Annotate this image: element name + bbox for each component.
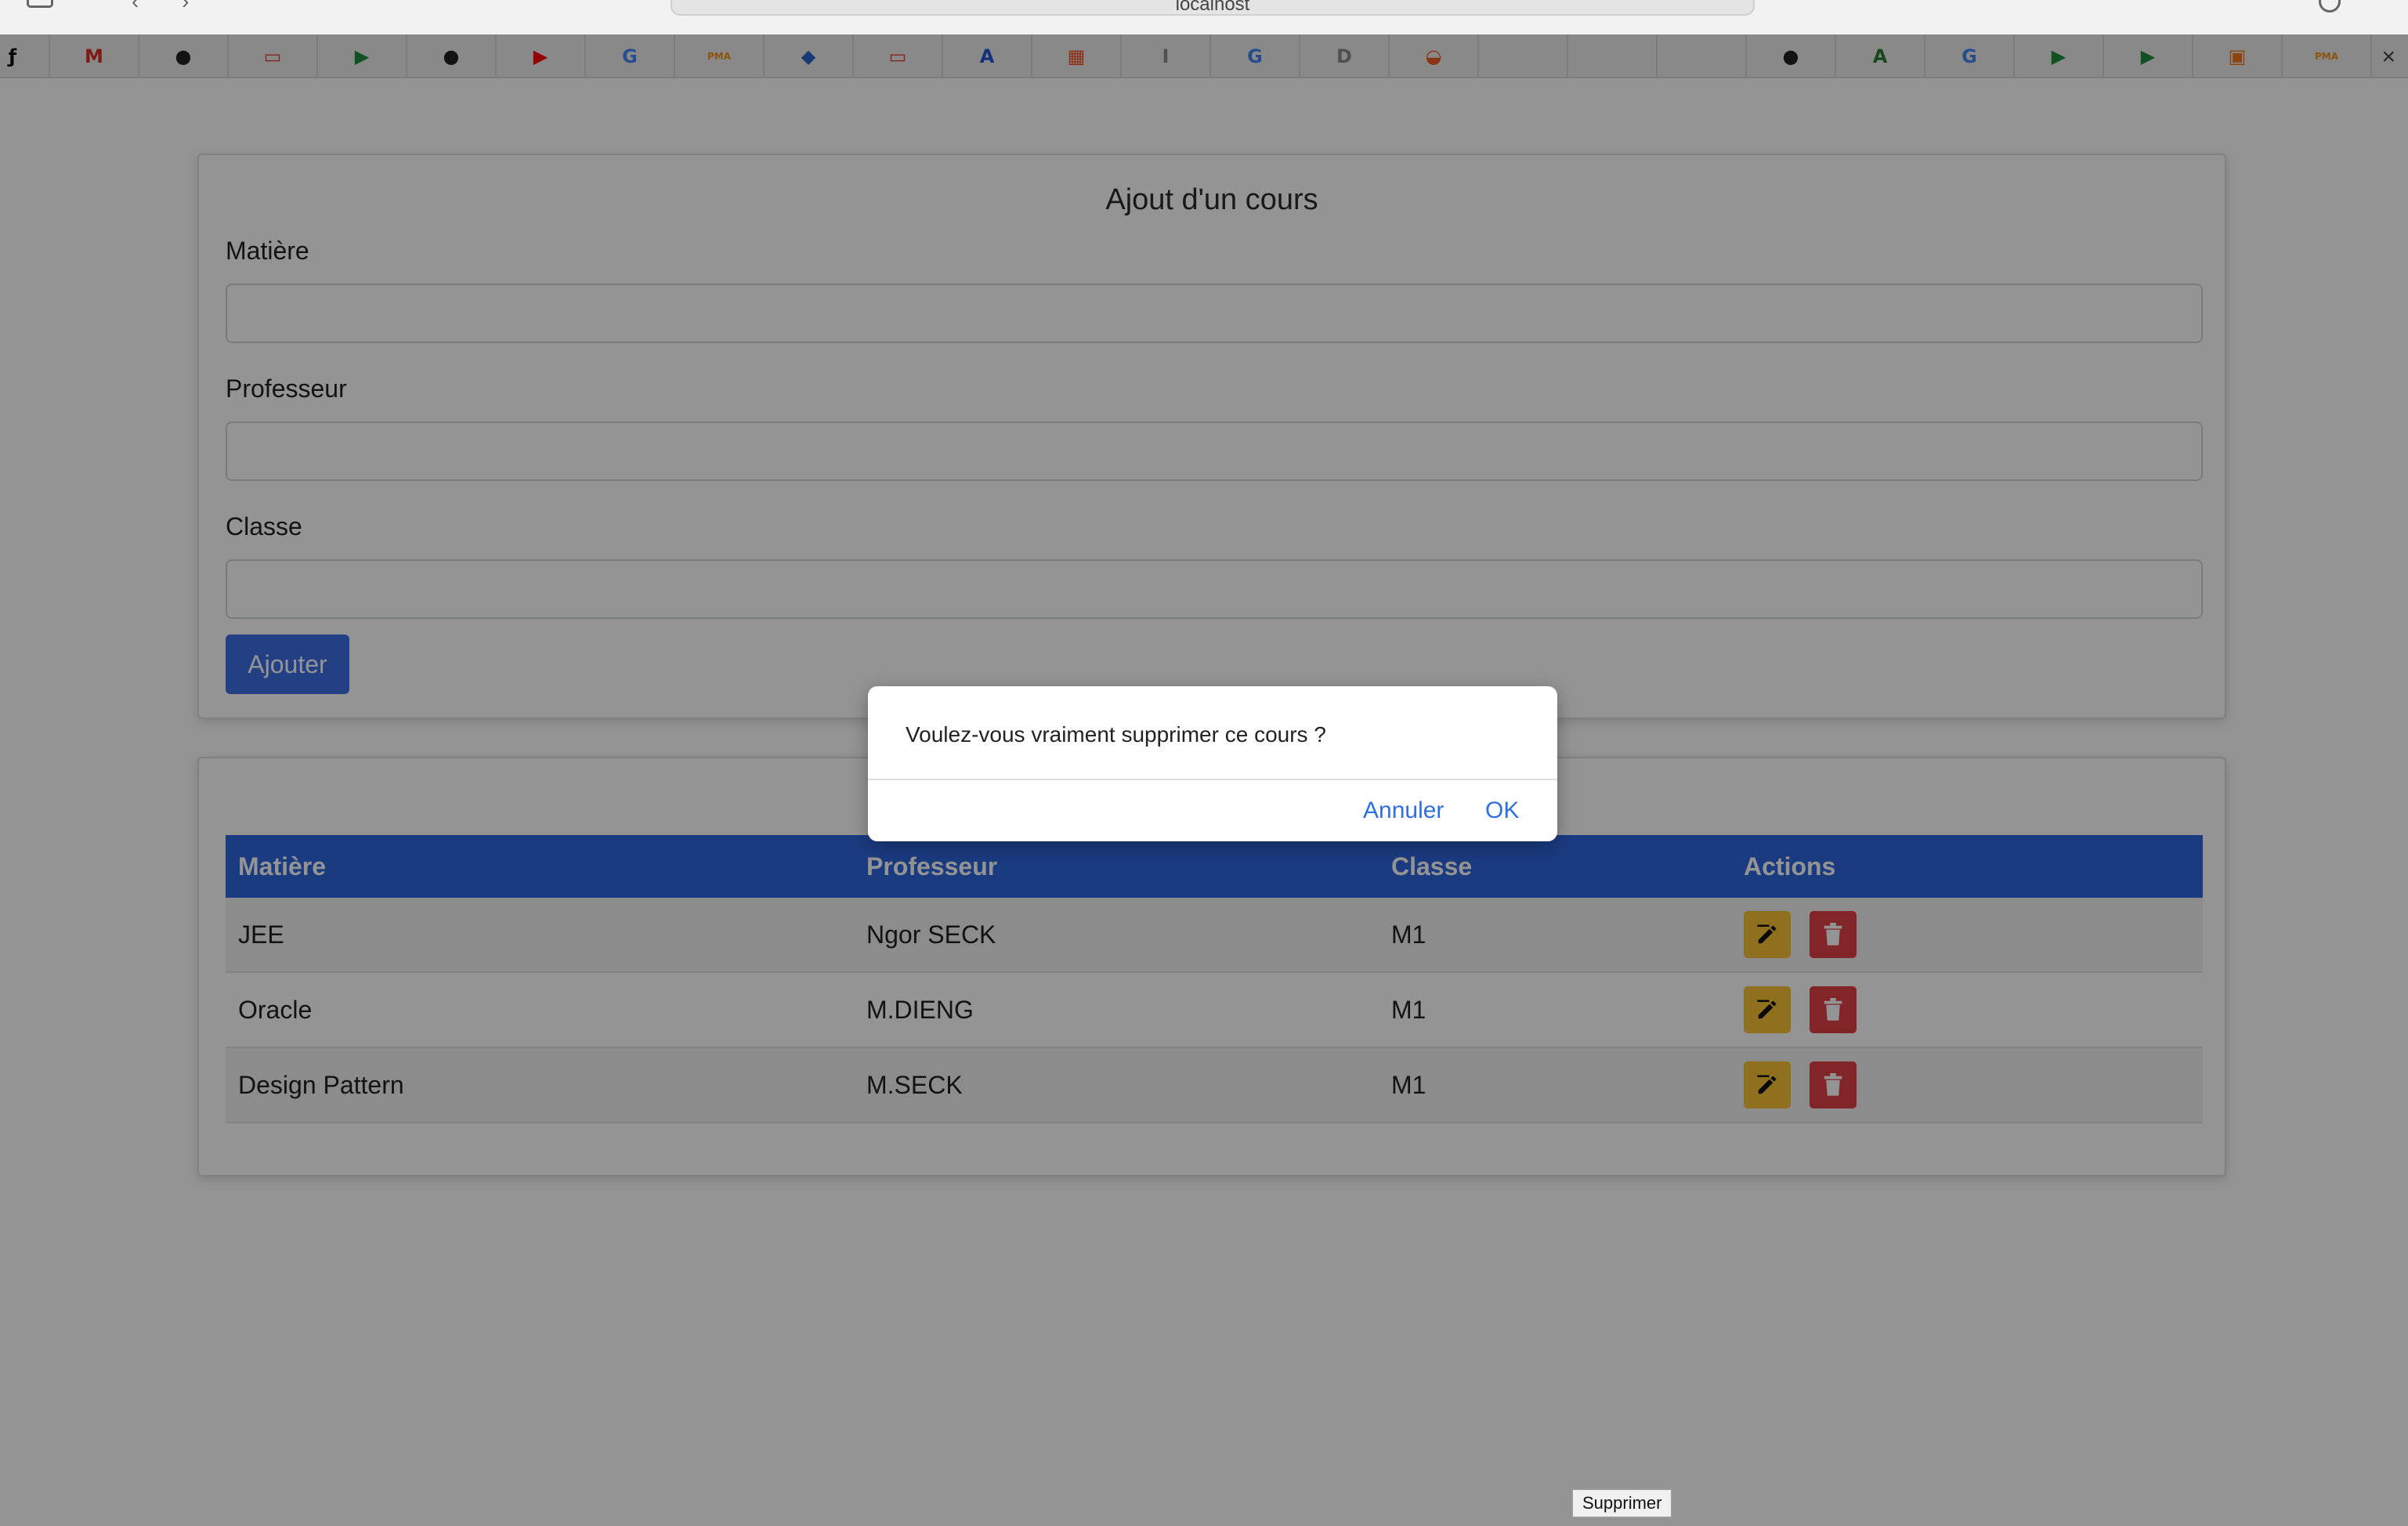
address-bar[interactable]: localhost <box>671 0 1755 16</box>
confirm-dialog: Voulez-vous vraiment supprimer ce cours … <box>868 686 1557 841</box>
forward-icon[interactable]: › <box>182 0 189 14</box>
cancel-button[interactable]: Annuler <box>1363 797 1444 824</box>
dialog-divider <box>868 779 1557 780</box>
browser-toolbar: ‹ › localhost <box>0 0 2408 34</box>
address-text: localhost <box>1175 0 1250 15</box>
back-icon[interactable]: ‹ <box>132 0 139 14</box>
confirm-message: Voulez-vous vraiment supprimer ce cours … <box>906 722 1326 747</box>
sidebar-toggle-icon[interactable] <box>27 0 53 8</box>
ok-button[interactable]: OK <box>1485 797 1519 824</box>
tooltip: Supprimer <box>1571 1488 1673 1518</box>
downloads-icon[interactable] <box>2319 0 2341 13</box>
